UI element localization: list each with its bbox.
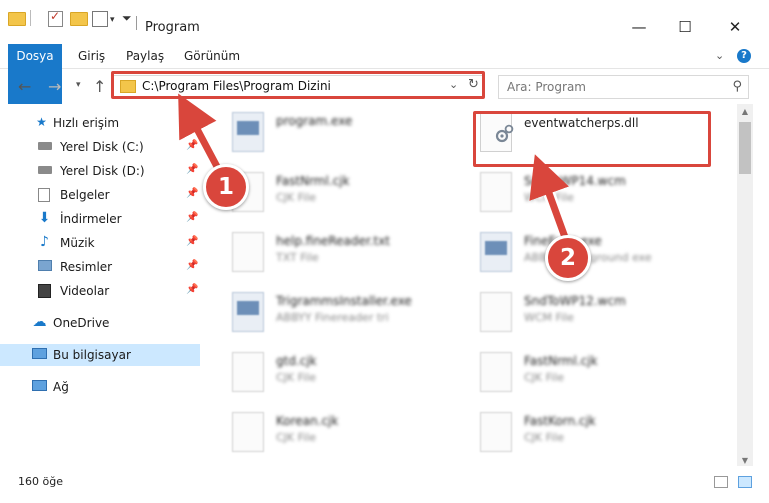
explorer-window: ▾ ⏷ Program — ☐ ✕ Dosya Giriş Paylaş Gör… — [0, 0, 769, 503]
step-badge-2: 2 — [545, 235, 591, 281]
arrow-2 — [529, 154, 570, 244]
step-badge-1: 1 — [203, 164, 249, 210]
annotation-arrows — [178, 93, 572, 246]
